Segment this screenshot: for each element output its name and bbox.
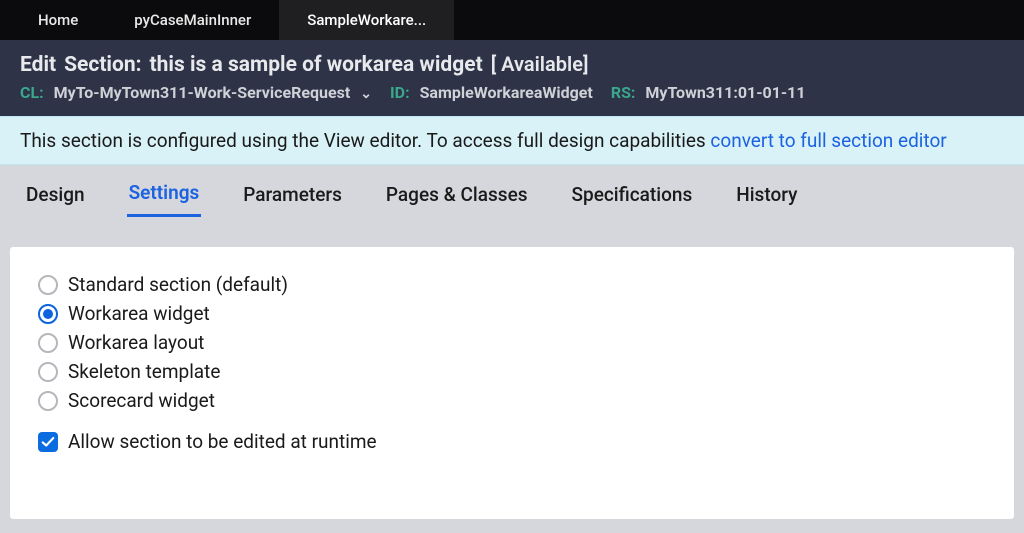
radio-icon [38,275,58,295]
radio-skeleton-template[interactable]: Skeleton template [38,360,986,383]
id-value: SampleWorkareaWidget [420,83,593,102]
subtab-settings[interactable]: Settings [127,175,202,217]
subtab-parameters[interactable]: Parameters [241,177,344,216]
id-label: ID: [390,83,410,102]
subtab-pages-classes[interactable]: Pages & Classes [384,177,530,216]
radio-label: Workarea layout [68,331,204,354]
rs-value: MyTown311:01-01-11 [645,83,805,102]
chevron-down-icon: ⌄ [360,86,372,102]
radio-standard-section[interactable]: Standard section (default) [38,273,986,296]
info-banner: This section is configured using the Vie… [0,116,1024,165]
rs-label: RS: [611,83,636,102]
radio-workarea-widget[interactable]: Workarea widget [38,302,986,325]
radio-icon [38,333,58,353]
subtab-design[interactable]: Design [24,177,87,216]
radio-scorecard-widget[interactable]: Scorecard widget [38,389,986,412]
tab-sampleworkarea[interactable]: SampleWorkare... [279,0,454,40]
check-icon [38,432,58,452]
subtab-specifications[interactable]: Specifications [570,177,695,216]
radio-label: Scorecard widget [68,389,215,412]
top-tabbar: Home pyCaseMainInner SampleWorkare... [0,0,1024,40]
rule-title: Edit Section: this is a sample of workar… [20,52,1004,77]
rule-subtabs: Design Settings Parameters Pages & Class… [0,165,1024,217]
class-picker[interactable]: CL: MyTo-MyTown311-Work-ServiceRequest ⌄ [20,83,372,102]
section-name: this is a sample of workarea widget [150,53,483,77]
radio-icon [38,304,58,324]
checkbox-allow-runtime-edit[interactable]: Allow section to be edited at runtime [38,430,986,453]
radio-icon [38,362,58,382]
settings-card: Standard section (default) Workarea widg… [10,247,1014,519]
id-group: ID: SampleWorkareaWidget [390,83,593,102]
radio-workarea-layout[interactable]: Workarea layout [38,331,986,354]
radio-label: Skeleton template [68,360,220,383]
radio-label: Standard section (default) [68,273,288,296]
subtab-history[interactable]: History [734,177,799,216]
convert-link[interactable]: convert to full section editor [710,129,946,152]
section-label: Section: [64,53,141,77]
rule-header: Edit Section: this is a sample of workar… [0,40,1024,116]
cl-value: MyTo-MyTown311-Work-ServiceRequest [54,83,351,102]
radio-label: Workarea widget [68,302,210,325]
radio-icon [38,391,58,411]
checkbox-label: Allow section to be edited at runtime [68,430,377,453]
availability-badge: [ Available] [491,52,589,76]
rule-meta: CL: MyTo-MyTown311-Work-ServiceRequest ⌄… [20,83,1004,102]
cl-label: CL: [20,83,44,102]
rs-group: RS: MyTown311:01-01-11 [611,83,806,102]
tab-pycasemaininner[interactable]: pyCaseMainInner [106,0,279,40]
tab-home[interactable]: Home [10,0,106,40]
banner-text: This section is configured using the Vie… [20,129,706,152]
edit-label: Edit [20,53,56,77]
